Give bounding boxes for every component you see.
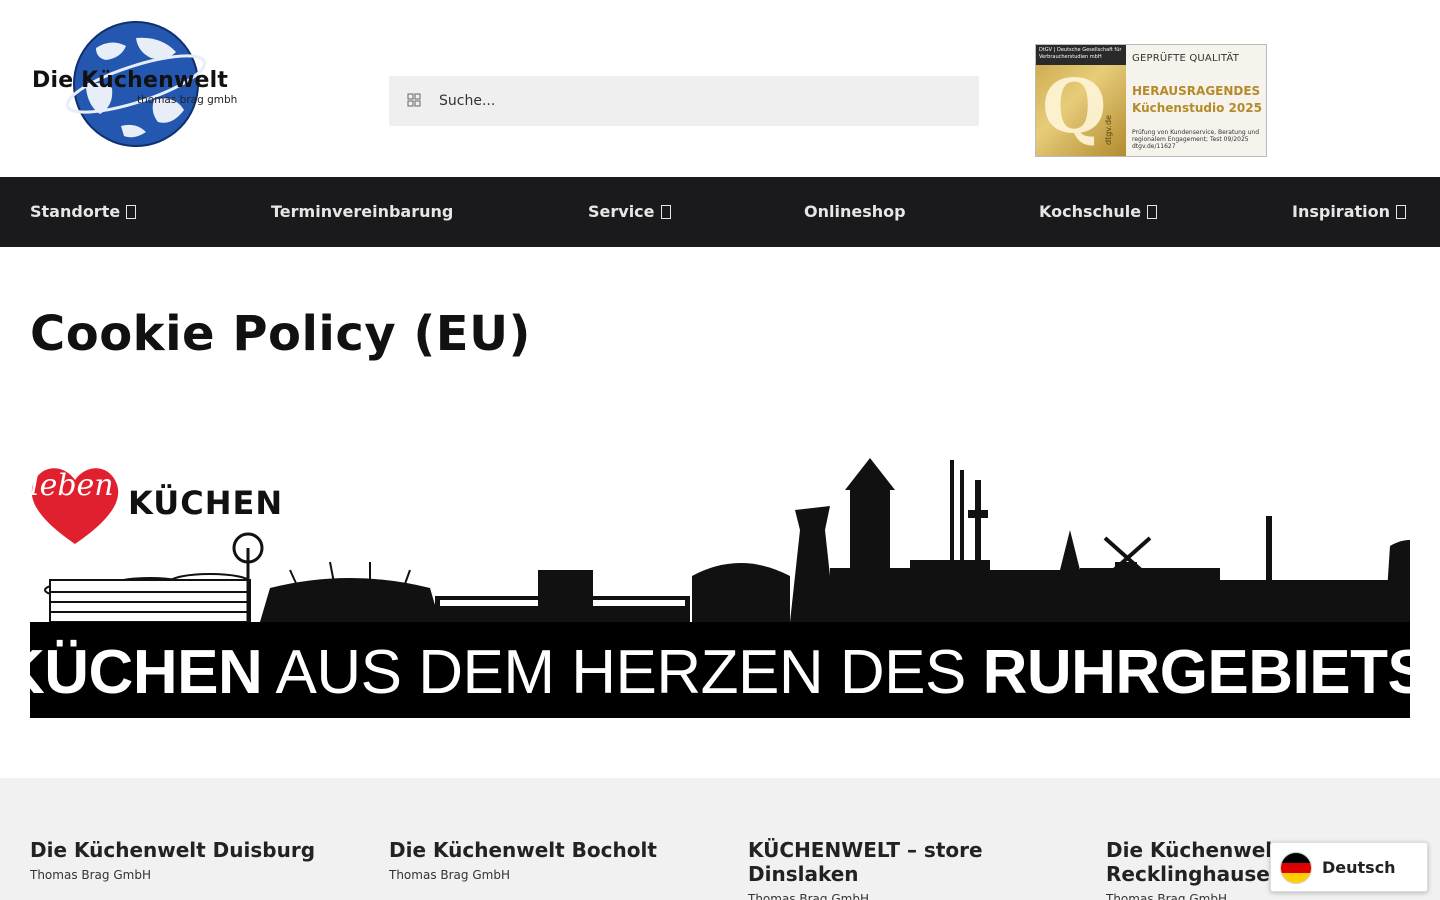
badge-line-3: Küchenstudio 2025 <box>1132 101 1262 115</box>
submenu-caret-icon <box>660 205 671 219</box>
location-name[interactable]: Die Küchenwelt Bocholt <box>389 838 719 862</box>
nav-label: Kochschule <box>1039 202 1142 221</box>
location-company: Thomas Brag GmbH <box>748 892 869 900</box>
location-company: Thomas Brag GmbH <box>389 868 510 882</box>
location-company: Thomas Brag GmbH <box>30 868 151 882</box>
quality-award-badge[interactable]: DtGV | Deutsche Gesellschaft für Verbrau… <box>1035 44 1267 157</box>
badge-line-2: HERAUSRAGENDES <box>1132 84 1261 98</box>
main-navigation: Standorte Terminvereinbarung Service Onl… <box>0 177 1440 247</box>
nav-item-terminvereinbarung[interactable]: Terminvereinbarung <box>271 177 453 247</box>
page-title: Cookie Policy (EU) <box>30 306 531 362</box>
nav-label: Service <box>588 202 655 221</box>
search-box <box>389 76 979 126</box>
nav-item-service[interactable]: Service <box>588 177 671 247</box>
badge-header: DtGV | Deutsche Gesellschaft für Verbrau… <box>1036 45 1126 65</box>
location-company: Thomas Brag GmbH <box>1106 892 1227 900</box>
site-header: Die Küchenwelt thomas brag gmbh DtGV | D… <box>0 0 1440 177</box>
submenu-caret-icon <box>1396 205 1407 219</box>
nav-label: Inspiration <box>1292 202 1391 221</box>
submenu-caret-icon <box>1147 205 1158 219</box>
slogan-part-2: AUS DEM HERZEN DES <box>262 638 983 707</box>
logo-subtitle: thomas brag gmbh <box>137 94 238 106</box>
logo-title: Die Küchenwelt <box>32 68 229 93</box>
badge-q-icon: Q <box>1042 64 1107 150</box>
site-logo[interactable]: Die Küchenwelt thomas brag gmbh <box>30 18 250 153</box>
nav-item-kochschule[interactable]: Kochschule <box>1039 177 1158 247</box>
search-input[interactable] <box>439 76 959 126</box>
nav-item-onlineshop[interactable]: Onlineshop <box>804 177 906 247</box>
badge-line-1: GEPRÜFTE QUALITÄT <box>1132 53 1240 64</box>
language-switcher[interactable]: Deutsch <box>1270 842 1428 892</box>
nav-label: Standorte <box>30 202 121 221</box>
badge-line-4: Prüfung von Kundenservice, Beratung und … <box>1132 129 1260 150</box>
language-label: Deutsch <box>1322 858 1396 877</box>
germany-flag-icon <box>1280 852 1312 884</box>
nav-label: Terminvereinbarung <box>271 202 454 221</box>
kuchen-word: KÜCHEN <box>128 484 284 522</box>
slogan-text: KÜCHEN AUS DEM HERZEN DES RUHRGEBIETS <box>30 638 1410 708</box>
nav-item-standorte[interactable]: Standorte <box>30 177 137 247</box>
submenu-caret-icon <box>126 205 137 219</box>
location-name[interactable]: KÜCHENWELT – store Dinslaken <box>748 838 1048 886</box>
nav-item-inspiration[interactable]: Inspiration <box>1292 177 1407 247</box>
search-icon[interactable] <box>407 93 421 107</box>
location-card: Die Küchenwelt Bocholt Thomas Brag GmbH <box>389 838 719 882</box>
slogan-part-1: KÜCHEN <box>30 638 263 707</box>
nav-label: Onlineshop <box>804 202 906 221</box>
ruhrgebiet-banner-image: leben KÜCHEN KÜCHEN AUS DEM HERZEN DES R… <box>30 450 1410 718</box>
slogan-part-3: RUHRGEBIETS <box>982 638 1410 707</box>
footer-locations: Die Küchenwelt Duisburg Thomas Brag GmbH… <box>0 778 1440 900</box>
badge-vertical-text: dtgv.de <box>1104 115 1113 145</box>
heart-script-text: leben <box>30 468 114 503</box>
location-name[interactable]: Die Küchenwelt Duisburg <box>30 838 360 862</box>
location-card: Die Küchenwelt Duisburg Thomas Brag GmbH <box>30 838 360 882</box>
location-card: KÜCHENWELT – store Dinslaken Thomas Brag… <box>748 838 1048 900</box>
